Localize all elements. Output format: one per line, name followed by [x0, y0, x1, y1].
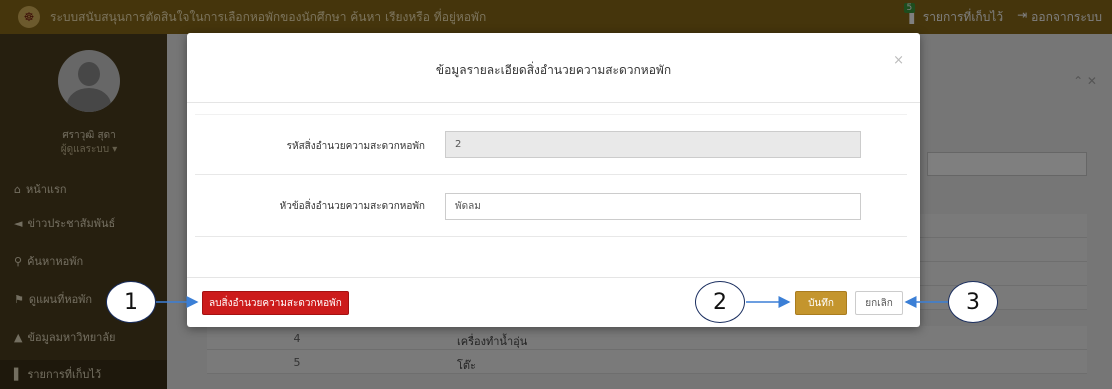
modal-body: รหัสสิ่งอำนวยความสะดวกหอพัก หัวข้อสิ่งอำ…: [195, 114, 907, 272]
callout-3: 3: [948, 281, 998, 323]
facility-name-row: หัวข้อสิ่งอำนวยความสะดวกหอพัก: [195, 175, 907, 237]
callout-1: 1: [106, 281, 156, 323]
callout-2: 2: [695, 281, 745, 323]
save-button[interactable]: บันทึก: [795, 291, 847, 315]
facility-id-label: รหัสสิ่งอำนวยความสะดวกหอพัก: [286, 141, 425, 152]
modal-title: ข้อมูลรายละเอียดสิ่งอำนวยความสะดวกหอพัก: [435, 63, 672, 77]
facility-detail-modal: ข้อมูลรายละเอียดสิ่งอำนวยความสะดวกหอพัก …: [187, 33, 920, 327]
facility-id-field: [445, 131, 861, 158]
facility-name-label: หัวข้อสิ่งอำนวยความสะดวกหอพัก: [279, 201, 425, 212]
facility-id-row: รหัสสิ่งอำนวยความสะดวกหอพัก: [195, 115, 907, 175]
facility-name-field[interactable]: [445, 193, 861, 220]
modal-footer: ลบสิ่งอำนวยความสะดวกหอพัก บันทึก ยกเลิก: [187, 277, 920, 327]
close-icon[interactable]: ×: [893, 53, 904, 68]
cancel-button[interactable]: ยกเลิก: [855, 291, 903, 315]
delete-facility-button[interactable]: ลบสิ่งอำนวยความสะดวกหอพัก: [202, 291, 349, 315]
modal-header: ข้อมูลรายละเอียดสิ่งอำนวยความสะดวกหอพัก …: [187, 33, 920, 103]
